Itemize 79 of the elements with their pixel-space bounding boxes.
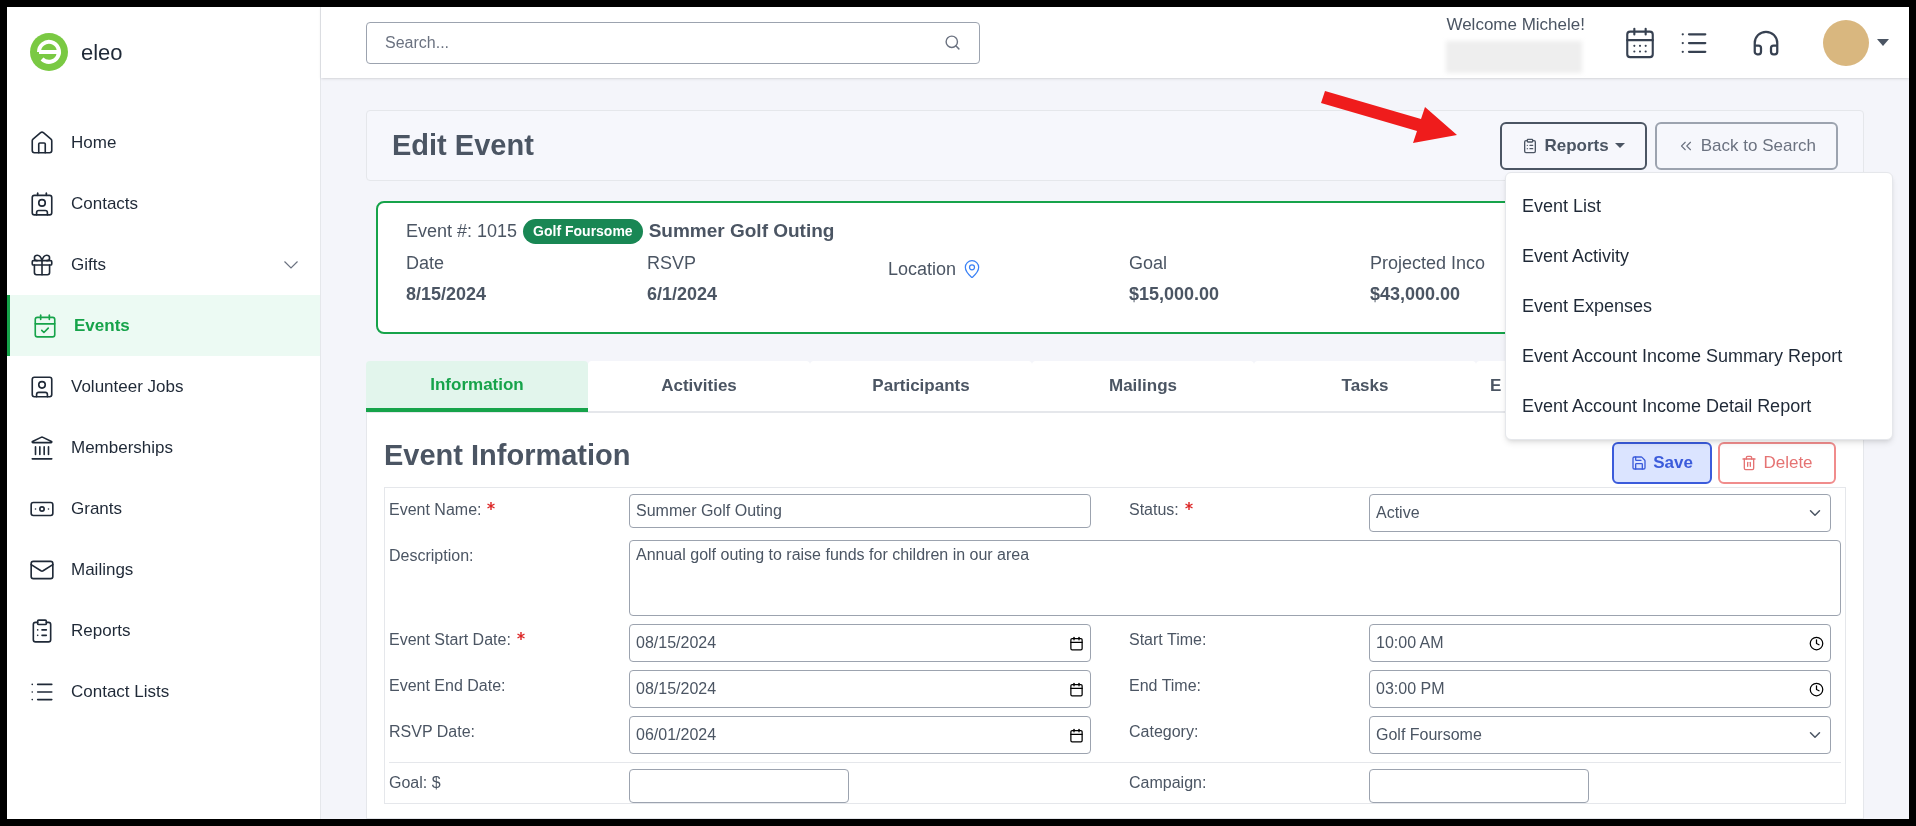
search-icon	[944, 34, 961, 51]
menu-item[interactable]: Event Activity	[1506, 231, 1892, 281]
event-number: Event #: 1015	[406, 219, 518, 243]
calendar-icon	[1069, 635, 1084, 651]
field-label: Start Time:	[1129, 630, 1207, 650]
sidebar-item[interactable]: Memberships	[7, 417, 320, 478]
sidebar-item[interactable]: Grants	[7, 478, 320, 539]
summary-label: Date	[406, 251, 445, 275]
summary-value: 8/15/2024	[406, 282, 487, 306]
summary-value: $43,000.00	[1370, 282, 1461, 306]
caret-icon	[1877, 38, 1889, 47]
field-label: Event Start Date:	[389, 630, 511, 650]
clock-icon	[1809, 635, 1824, 651]
clock-icon	[1809, 681, 1824, 697]
field-label: Status:	[1129, 500, 1179, 520]
house-icon	[29, 129, 55, 156]
date-field[interactable]: 08/15/2024	[629, 670, 1091, 708]
textarea-field[interactable]: Annual golf outing to raise funds for children in our area	[629, 540, 1841, 616]
back-to-search-button[interactable]: Back to Search	[1654, 121, 1838, 170]
field-label: Campaign:	[1129, 774, 1207, 791]
calendar-icon[interactable]	[1623, 25, 1657, 60]
section-title: Event Information	[384, 438, 631, 474]
summary-value: 6/1/2024	[647, 282, 718, 306]
date-field[interactable]: 06/01/2024	[629, 716, 1091, 754]
select-field[interactable]: Golf Foursome	[1369, 716, 1831, 754]
gift-icon	[29, 251, 55, 278]
summary-label: Projected Inco	[1370, 251, 1486, 275]
contact-card-icon	[29, 190, 55, 217]
summary-label: Goal	[1129, 251, 1168, 275]
summary-value: $15,000.00	[1129, 282, 1220, 306]
text-field[interactable]: Summer Golf Outing	[629, 494, 1091, 528]
summary-label: Location	[888, 257, 957, 281]
avatar[interactable]	[1823, 19, 1869, 66]
caret-icon	[1614, 142, 1625, 149]
sidebar-item[interactable]: Contacts	[7, 173, 320, 234]
summary-label: RSVP	[647, 251, 697, 275]
select-field[interactable]: Active	[1369, 494, 1831, 532]
menu-item[interactable]: Event Expenses	[1506, 281, 1892, 331]
page-title: Edit Event	[392, 127, 534, 163]
calendar-icon	[1069, 727, 1084, 743]
field-label: End Time:	[1129, 676, 1202, 696]
field-label: Category:	[1129, 722, 1199, 742]
event-name: Summer Golf Outing	[648, 219, 835, 243]
clipboard-chart-icon	[1522, 137, 1539, 154]
time-field[interactable]: 10:00 AM	[1369, 624, 1831, 662]
reports-button[interactable]: Reports	[1500, 121, 1647, 170]
text-field[interactable]	[629, 769, 849, 803]
sidebar-item[interactable]: Mailings	[7, 539, 320, 600]
calendar-check-icon	[32, 312, 58, 339]
trash-icon	[1741, 455, 1758, 471]
tab[interactable]: Activities	[588, 361, 810, 412]
brand-name: eleo	[81, 38, 123, 67]
date-field[interactable]: 08/15/2024	[629, 624, 1091, 662]
sidebar-item[interactable]: Home	[7, 112, 320, 173]
id-badge-icon	[29, 373, 55, 400]
sidebar-item[interactable]: Reports	[7, 600, 320, 661]
menu-item[interactable]: Event Account Income Summary Report	[1506, 331, 1892, 381]
category-tag: Golf Foursome	[523, 218, 643, 244]
welcome-text: Welcome Michele!	[1446, 13, 1585, 36]
menu-item[interactable]: Event Account Income Detail Report	[1506, 381, 1892, 431]
search-field[interactable]: Search...	[366, 21, 980, 64]
save-button[interactable]: Save	[1612, 442, 1712, 484]
sidebar-item[interactable]: Volunteer Jobs	[7, 356, 320, 417]
text-field[interactable]	[1369, 769, 1589, 803]
field-label: Event End Date:	[389, 676, 506, 696]
logo-icon	[29, 32, 69, 72]
field-label: RSVP Date:	[389, 722, 475, 742]
menu-item[interactable]: Event List	[1506, 181, 1892, 231]
field-label: Event Name:	[389, 500, 482, 520]
calendar-icon	[1069, 681, 1084, 697]
bank-icon	[29, 434, 55, 461]
tab[interactable]: Mailings	[1032, 361, 1254, 412]
time-field[interactable]: 03:00 PM	[1369, 670, 1831, 708]
sidebar-item[interactable]: Gifts	[7, 234, 320, 295]
field-label: Goal: $	[389, 774, 441, 791]
sidebar-item[interactable]: Contact Lists	[7, 661, 320, 722]
field-label: Description:	[389, 546, 474, 566]
tab[interactable]: Tasks	[1254, 361, 1476, 412]
tab[interactable]: Participants	[810, 361, 1032, 412]
